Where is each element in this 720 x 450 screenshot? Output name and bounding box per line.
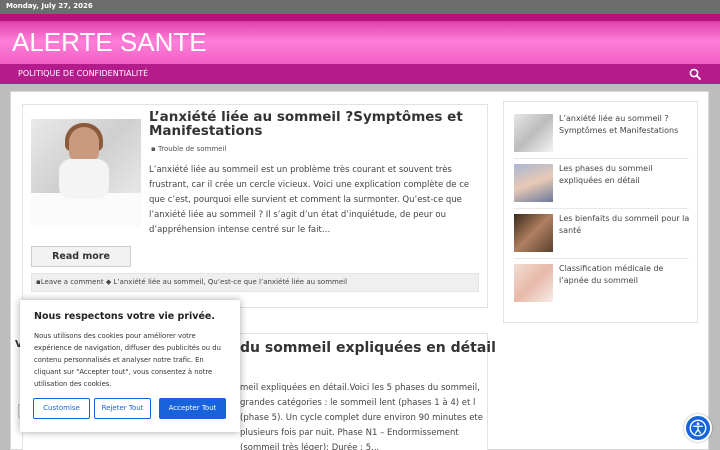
sidebar-item[interactable]: L’anxiété liée au sommeil ? Symptômes et… — [514, 114, 689, 154]
post-excerpt: meil expliquées en détail.Voici les 5 ph… — [240, 383, 483, 450]
woman-sleep-thumbnail[interactable] — [514, 264, 553, 302]
sidebar-item-label[interactable]: Les bienfaits du sommeil pour la santé — [559, 213, 691, 237]
reject-all-button[interactable]: Rejeter Tout — [94, 398, 151, 419]
post-category[interactable]: ▪ Trouble de sommeil — [151, 145, 226, 153]
divider — [514, 208, 689, 209]
current-date: Monday, July 27, 2026 — [6, 2, 93, 10]
post-thumbnail[interactable] — [31, 119, 141, 228]
folder-icon: ▪ — [151, 145, 158, 153]
accept-all-button[interactable]: Accepter Tout — [159, 398, 226, 419]
site-title[interactable]: ALERTE SANTE — [12, 27, 207, 58]
customise-button[interactable]: Customise — [33, 398, 90, 419]
read-more-button[interactable]: Read more — [31, 246, 131, 267]
category-label[interactable]: Trouble de sommeil — [158, 145, 226, 153]
post-title[interactable]: L’anxiété liée au sommeil ?Symptômes et … — [149, 110, 479, 138]
man-sleep-thumbnail[interactable] — [514, 214, 553, 252]
accessibility-icon[interactable] — [684, 414, 712, 442]
sidebar-item-label[interactable]: Les phases du sommeil expliquées en déta… — [559, 163, 691, 187]
baby-sleep-thumbnail[interactable] — [514, 164, 553, 202]
sidebar-item[interactable]: Les bienfaits du sommeil pour la santé — [514, 214, 689, 254]
post-meta: ▪Leave a comment ◆ L’anxiété liée au som… — [31, 273, 479, 292]
divider — [514, 158, 689, 159]
top-bar: Monday, July 27, 2026 — [0, 0, 720, 14]
body-shape — [59, 159, 109, 199]
post-excerpt: L’anxiété liée au sommeil est un problèm… — [149, 165, 470, 235]
divider — [514, 258, 689, 259]
sidebar-item[interactable]: Les phases du sommeil expliquées en déta… — [514, 164, 689, 204]
header-stripe — [0, 14, 720, 21]
woman-bed-thumbnail[interactable] — [514, 114, 553, 152]
face-shape — [69, 127, 99, 161]
sidebar-item-label[interactable]: Classification médicale de l’apnée du so… — [559, 263, 691, 287]
site-header: ALERTE SANTE — [0, 14, 720, 64]
leave-comment-link[interactable]: Leave a comment — [41, 278, 104, 286]
search-icon[interactable] — [688, 67, 702, 81]
post-title[interactable]: du sommeil expliquées en détail — [240, 340, 496, 356]
main-nav: POLITIQUE DE CONFIDENTIALITÉ — [0, 64, 720, 84]
nav-item-privacy-policy[interactable]: POLITIQUE DE CONFIDENTIALITÉ — [18, 69, 148, 78]
post-tags[interactable]: L’anxiété liée au sommeil, Qu’est-ce que… — [113, 278, 347, 286]
cookie-title: Nous respectons votre vie privée. — [34, 311, 215, 322]
sidebar-item-label[interactable]: L’anxiété liée au sommeil ? Symptômes et… — [559, 113, 691, 137]
sidebar-item[interactable]: Classification médicale de l’apnée du so… — [514, 264, 689, 304]
cookie-consent-banner: Nous respectons votre vie privée. Nous u… — [20, 300, 240, 432]
cookie-text: Nous utilisons des cookies pour améliore… — [34, 332, 221, 388]
